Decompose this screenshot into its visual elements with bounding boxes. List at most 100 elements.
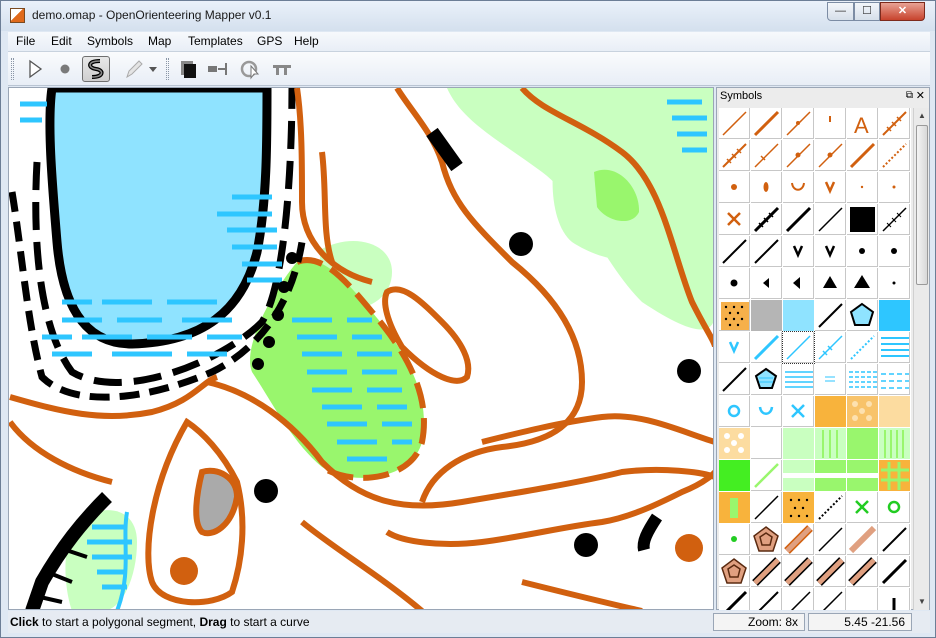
symbol-cell[interactable] bbox=[879, 172, 910, 203]
symbol-cell[interactable] bbox=[751, 268, 782, 299]
symbol-cell[interactable] bbox=[783, 460, 814, 491]
symbol-cell[interactable] bbox=[719, 236, 750, 267]
symbol-cell[interactable] bbox=[751, 524, 782, 555]
symbol-cell[interactable] bbox=[879, 236, 910, 267]
pencil-dropdown[interactable] bbox=[146, 56, 160, 82]
symbol-cell[interactable] bbox=[847, 204, 878, 235]
symbol-cell[interactable] bbox=[847, 364, 878, 395]
symbol-cell[interactable] bbox=[751, 364, 782, 395]
close-panel-icon[interactable]: ✕ bbox=[916, 89, 925, 102]
draw-path-button[interactable] bbox=[82, 56, 110, 82]
symbol-cell[interactable] bbox=[719, 492, 750, 523]
symbol-cell[interactable] bbox=[815, 460, 846, 491]
symbol-cell[interactable] bbox=[815, 524, 846, 555]
symbol-cell[interactable] bbox=[879, 300, 910, 331]
fill-tool-button[interactable] bbox=[174, 56, 202, 82]
menu-gps[interactable]: GPS bbox=[257, 34, 282, 48]
symbol-grid[interactable]: A bbox=[719, 108, 911, 610]
symbol-cell[interactable] bbox=[783, 396, 814, 427]
symbol-cell[interactable] bbox=[719, 460, 750, 491]
symbol-cell[interactable] bbox=[719, 556, 750, 587]
symbol-cell[interactable] bbox=[879, 396, 910, 427]
draw-point-button[interactable] bbox=[51, 56, 79, 82]
menu-file[interactable]: File bbox=[16, 34, 35, 48]
symbol-cell[interactable] bbox=[815, 556, 846, 587]
symbol-cell[interactable] bbox=[847, 588, 878, 610]
symbol-cell[interactable] bbox=[783, 204, 814, 235]
symbol-cell[interactable] bbox=[847, 460, 878, 491]
symbol-cell[interactable] bbox=[783, 108, 814, 139]
symbol-scrollbar[interactable]: ▲ ▼ bbox=[913, 108, 929, 610]
symbol-cell[interactable] bbox=[719, 396, 750, 427]
close-button[interactable]: ✕ bbox=[880, 2, 925, 21]
symbol-cell[interactable] bbox=[879, 108, 910, 139]
symbol-cell[interactable] bbox=[783, 428, 814, 459]
symbol-cell[interactable] bbox=[719, 364, 750, 395]
symbol-cell[interactable] bbox=[719, 268, 750, 299]
symbol-cell[interactable] bbox=[783, 588, 814, 610]
menu-templates[interactable]: Templates bbox=[188, 34, 243, 48]
symbol-cell[interactable] bbox=[879, 428, 910, 459]
symbol-cell[interactable] bbox=[751, 332, 782, 363]
symbol-cell[interactable] bbox=[815, 268, 846, 299]
symbol-cell[interactable] bbox=[815, 588, 846, 610]
symbol-cell[interactable] bbox=[751, 300, 782, 331]
symbol-cell[interactable] bbox=[879, 140, 910, 171]
scroll-down-icon[interactable]: ▼ bbox=[914, 594, 930, 610]
symbol-cell[interactable] bbox=[783, 492, 814, 523]
symbol-cell[interactable] bbox=[719, 524, 750, 555]
symbol-cell[interactable] bbox=[719, 204, 750, 235]
symbol-cell[interactable] bbox=[783, 364, 814, 395]
symbol-cell[interactable] bbox=[847, 492, 878, 523]
symbol-cell[interactable] bbox=[815, 204, 846, 235]
symbol-cell[interactable] bbox=[847, 428, 878, 459]
symbol-cell[interactable] bbox=[847, 556, 878, 587]
symbol-cell[interactable] bbox=[815, 108, 846, 139]
toolbar-grip-2[interactable] bbox=[166, 58, 169, 80]
symbol-cell[interactable] bbox=[879, 460, 910, 491]
symbol-cell[interactable] bbox=[783, 172, 814, 203]
symbol-cell[interactable] bbox=[815, 396, 846, 427]
symbol-cell[interactable] bbox=[751, 460, 782, 491]
menu-symbols[interactable]: Symbols bbox=[87, 34, 133, 48]
symbol-cell[interactable] bbox=[847, 172, 878, 203]
split-tool-button[interactable] bbox=[268, 56, 296, 82]
symbol-cell[interactable] bbox=[815, 492, 846, 523]
symbol-cell[interactable] bbox=[879, 204, 910, 235]
symbol-cell[interactable] bbox=[815, 364, 846, 395]
symbol-cell[interactable] bbox=[751, 172, 782, 203]
symbol-cell[interactable] bbox=[751, 108, 782, 139]
symbol-cell[interactable] bbox=[847, 396, 878, 427]
symbol-cell[interactable] bbox=[751, 556, 782, 587]
symbol-cell[interactable] bbox=[751, 204, 782, 235]
cut-tool-button[interactable] bbox=[204, 56, 232, 82]
symbol-cell[interactable] bbox=[719, 172, 750, 203]
symbol-cell[interactable] bbox=[879, 492, 910, 523]
symbol-cell[interactable] bbox=[879, 332, 910, 363]
symbol-cell[interactable] bbox=[879, 524, 910, 555]
symbol-cell[interactable] bbox=[879, 268, 910, 299]
symbol-cell[interactable] bbox=[751, 588, 782, 610]
symbol-cell[interactable] bbox=[751, 140, 782, 171]
symbol-cell[interactable] bbox=[815, 172, 846, 203]
rotate-tool-button[interactable] bbox=[236, 56, 264, 82]
symbol-cell[interactable] bbox=[719, 140, 750, 171]
symbol-cell[interactable] bbox=[879, 364, 910, 395]
symbol-cell[interactable] bbox=[879, 588, 910, 610]
symbol-cell[interactable] bbox=[719, 428, 750, 459]
map-drawing[interactable] bbox=[9, 88, 714, 610]
map-canvas[interactable] bbox=[8, 87, 714, 610]
symbol-cell[interactable] bbox=[783, 300, 814, 331]
menu-help[interactable]: Help bbox=[294, 34, 319, 48]
menu-map[interactable]: Map bbox=[148, 34, 171, 48]
symbol-cell[interactable] bbox=[751, 236, 782, 267]
symbol-cell[interactable] bbox=[782, 331, 815, 364]
edit-tool-button[interactable] bbox=[21, 56, 49, 82]
symbol-cell[interactable]: A bbox=[847, 108, 878, 139]
minimize-button[interactable]: — bbox=[827, 2, 854, 21]
symbol-cell[interactable] bbox=[847, 524, 878, 555]
symbol-cell[interactable] bbox=[751, 428, 782, 459]
symbol-cell[interactable] bbox=[847, 332, 878, 363]
scroll-thumb[interactable] bbox=[916, 125, 928, 285]
symbol-cell[interactable] bbox=[719, 300, 750, 331]
